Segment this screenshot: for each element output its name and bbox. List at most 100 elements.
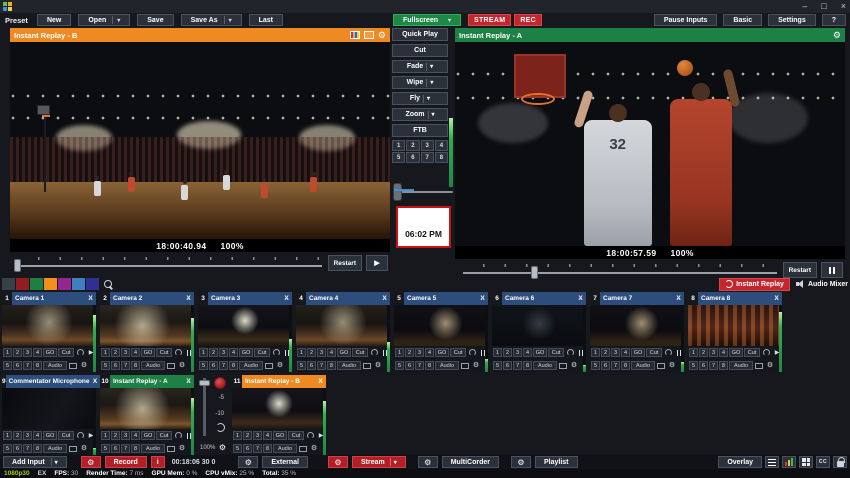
audio-mixer-button[interactable]: Audio Mixer bbox=[796, 280, 848, 288]
overlay-slot-3-button[interactable]: 3 bbox=[513, 348, 522, 357]
loop-icon[interactable] bbox=[173, 348, 183, 357]
loop-icon[interactable] bbox=[369, 348, 379, 357]
transition-preset-6-button[interactable]: 6 bbox=[406, 152, 419, 163]
overlay-slot-5-button[interactable]: 5 bbox=[199, 361, 208, 370]
input-thumbnail[interactable] bbox=[296, 305, 390, 346]
overlay-slot-4-button[interactable]: 4 bbox=[523, 348, 532, 357]
loop-icon[interactable] bbox=[271, 348, 281, 357]
monitor-icon[interactable] bbox=[68, 444, 78, 453]
monitor-icon[interactable] bbox=[264, 361, 274, 370]
overlay-slot-1-button[interactable]: 1 bbox=[395, 348, 404, 357]
instant-replay-button[interactable]: Instant Replay bbox=[719, 278, 790, 291]
overlay-slot-8-button[interactable]: 8 bbox=[33, 361, 42, 370]
program-pause-button[interactable] bbox=[821, 262, 843, 278]
toolbar-new-button[interactable]: New bbox=[37, 14, 71, 26]
loop-icon[interactable] bbox=[761, 348, 771, 357]
overlay-slot-2-button[interactable]: 2 bbox=[699, 348, 708, 357]
audio-toggle-button[interactable]: Audio bbox=[729, 361, 753, 370]
overlay-slot-6-button[interactable]: 6 bbox=[209, 361, 218, 370]
overlay-slot-7-button[interactable]: 7 bbox=[513, 361, 522, 370]
color-swatch[interactable] bbox=[2, 278, 15, 290]
input-title[interactable]: Camera 4 bbox=[306, 295, 379, 302]
transition-preset-5-button[interactable]: 5 bbox=[392, 152, 405, 163]
gear-icon[interactable]: ⚙ bbox=[833, 30, 841, 40]
input-thumbnail[interactable] bbox=[492, 305, 586, 346]
overlay-slot-8-button[interactable]: 8 bbox=[523, 361, 532, 370]
program-restart-button[interactable]: Restart bbox=[783, 262, 817, 278]
search-icon[interactable] bbox=[104, 280, 113, 289]
gear-icon[interactable]: ⚙ bbox=[373, 361, 383, 370]
overlay-slot-3-button[interactable]: 3 bbox=[219, 348, 228, 357]
record-settings-gear-icon[interactable]: ⚙ bbox=[81, 456, 101, 468]
overlay-slot-1-button[interactable]: 1 bbox=[101, 348, 110, 357]
overlay-slot-7-button[interactable]: 7 bbox=[121, 361, 130, 370]
gear-icon[interactable]: ⚙ bbox=[378, 30, 386, 40]
go-button[interactable]: GO bbox=[273, 431, 287, 440]
overlay-slot-3-button[interactable]: 3 bbox=[415, 348, 424, 357]
stream-settings-gear-icon[interactable]: ⚙ bbox=[328, 456, 348, 468]
input-thumbnail[interactable] bbox=[590, 305, 684, 346]
cut-button[interactable]: Cut bbox=[744, 348, 760, 357]
gear-icon[interactable]: ⚙ bbox=[177, 361, 187, 370]
input-title[interactable]: Commentator Microphone bbox=[6, 378, 90, 385]
loop-icon[interactable] bbox=[173, 431, 183, 440]
go-button[interactable]: GO bbox=[43, 348, 57, 357]
transition-wipe-button[interactable]: Wipe▾ bbox=[392, 76, 448, 89]
color-swatch[interactable] bbox=[30, 278, 43, 290]
monitor-icon[interactable] bbox=[460, 361, 470, 370]
overlay-slot-3-button[interactable]: 3 bbox=[121, 348, 130, 357]
cut-button[interactable]: Cut bbox=[646, 348, 662, 357]
multicorder-settings-gear-icon[interactable]: ⚙ bbox=[418, 456, 438, 468]
go-button[interactable]: GO bbox=[43, 431, 57, 440]
overlay-slot-7-button[interactable]: 7 bbox=[317, 361, 326, 370]
overlay-slot-7-button[interactable]: 7 bbox=[121, 444, 130, 453]
gear-icon[interactable]: ⚙ bbox=[275, 361, 285, 370]
overlay-slot-3-button[interactable]: 3 bbox=[611, 348, 620, 357]
audio-toggle-button[interactable]: Audio bbox=[239, 361, 263, 370]
transition-quick-play-button[interactable]: Quick Play bbox=[392, 28, 448, 41]
overlay-slot-4-button[interactable]: 4 bbox=[33, 431, 42, 440]
loop-icon[interactable] bbox=[663, 348, 673, 357]
transition-ftb-button[interactable]: FTB bbox=[392, 124, 448, 137]
loop-icon[interactable] bbox=[75, 348, 85, 357]
go-button[interactable]: GO bbox=[337, 348, 351, 357]
overlay-slot-5-button[interactable]: 5 bbox=[3, 444, 12, 453]
input-title[interactable]: Camera 2 bbox=[110, 295, 183, 302]
monitor-icon[interactable] bbox=[656, 361, 666, 370]
cut-button[interactable]: Cut bbox=[352, 348, 368, 357]
cut-button[interactable]: Cut bbox=[450, 348, 466, 357]
overlay-slot-4-button[interactable]: 4 bbox=[263, 431, 272, 440]
overlay-slot-7-button[interactable]: 7 bbox=[253, 444, 262, 453]
input-close-button[interactable]: X bbox=[575, 295, 586, 302]
overlay-slot-4-button[interactable]: 4 bbox=[621, 348, 630, 357]
loop-icon[interactable] bbox=[305, 431, 315, 440]
preview-play-button[interactable]: ▶ bbox=[366, 255, 388, 271]
gear-icon[interactable]: ⚙ bbox=[177, 444, 187, 453]
gear-icon[interactable]: ⚙ bbox=[309, 444, 319, 453]
overlay-slot-8-button[interactable]: 8 bbox=[131, 361, 140, 370]
overlay-slot-3-button[interactable]: 3 bbox=[23, 348, 32, 357]
input-title[interactable]: Camera 6 bbox=[502, 295, 575, 302]
overlay-slot-6-button[interactable]: 6 bbox=[405, 361, 414, 370]
overlay-slot-8-button[interactable]: 8 bbox=[263, 444, 272, 453]
cut-button[interactable]: Cut bbox=[156, 348, 172, 357]
program-video[interactable]: 32 bbox=[455, 42, 845, 246]
overlay-slot-6-button[interactable]: 6 bbox=[111, 361, 120, 370]
multicorder-button[interactable]: MultiCorder bbox=[442, 456, 499, 468]
overlay-slot-8-button[interactable]: 8 bbox=[131, 444, 140, 453]
audio-toggle-button[interactable]: Audio bbox=[273, 444, 297, 453]
external-settings-gear-icon[interactable]: ⚙ bbox=[238, 456, 258, 468]
overlay-slot-1-button[interactable]: 1 bbox=[3, 348, 12, 357]
overlay-slot-5-button[interactable]: 5 bbox=[233, 444, 242, 453]
go-button[interactable]: GO bbox=[729, 348, 743, 357]
volume-handle[interactable] bbox=[199, 380, 210, 386]
overlay-slot-1-button[interactable]: 1 bbox=[199, 348, 208, 357]
input-thumbnail[interactable] bbox=[688, 305, 782, 346]
toolbar-settings-button[interactable]: Settings bbox=[768, 14, 816, 26]
go-button[interactable]: GO bbox=[141, 348, 155, 357]
color-swatch[interactable] bbox=[16, 278, 29, 290]
monitor-icon[interactable] bbox=[558, 361, 568, 370]
transition-tbar[interactable] bbox=[393, 183, 455, 201]
colorbars-icon[interactable] bbox=[350, 31, 360, 39]
toolbar-last-button[interactable]: Last bbox=[249, 14, 283, 26]
